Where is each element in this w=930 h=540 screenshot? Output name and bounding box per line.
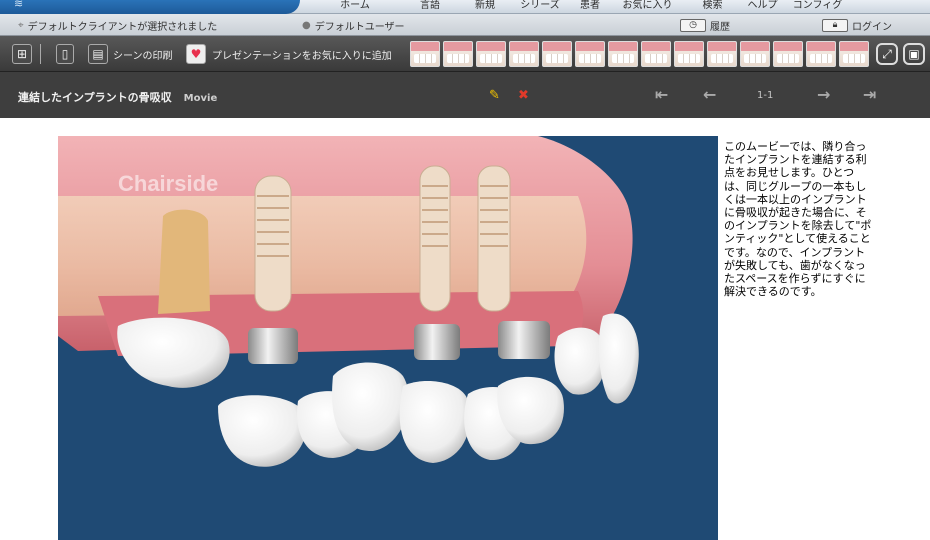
scene-thumbnail-2[interactable] [443, 41, 473, 67]
menu-search[interactable]: 検索 [685, 0, 740, 14]
toolbar-divider [40, 44, 41, 64]
toolbar: ⊞ ▯ ▤ シーンの印刷 ♥ プレゼンテーションをお気に入りに追加 ⤢ ▣ [0, 36, 930, 72]
scene-thumbnail-14[interactable] [839, 41, 869, 67]
menu-favorites[interactable]: お気に入り [610, 0, 685, 14]
next-page-icon[interactable]: → [817, 85, 830, 104]
chairside-watermark: Chairside [118, 171, 218, 196]
scene-thumbnail-6[interactable] [575, 41, 605, 67]
menu-new[interactable]: 新規 [460, 0, 510, 14]
menu-home[interactable]: ホーム [310, 0, 400, 14]
add-favorite-label[interactable]: プレゼンテーションをお気に入りに追加 [212, 47, 392, 62]
scene-thumbnail-1[interactable] [410, 41, 440, 67]
scene-kind: Movie [183, 93, 218, 104]
scene-thumbnail-7[interactable] [608, 41, 638, 67]
scene-thumbnail-3[interactable] [476, 41, 506, 67]
previous-page-icon[interactable]: ← [703, 85, 716, 104]
pencil-icon[interactable]: ✎ [489, 88, 500, 103]
scene-thumbnail-8[interactable] [641, 41, 671, 67]
login-label: ログイン [852, 22, 892, 33]
client-status[interactable]: ⌖ デフォルトクライアントが選択されました [18, 18, 217, 33]
scene-thumbnail-9[interactable] [674, 41, 704, 67]
bookmark-icon[interactable]: ▯ [56, 44, 74, 64]
top-navigation-bar: ≋ ホーム 言語 新規 シリーズ 患者 お気に入り 検索 ヘルプ コンフィグ [0, 0, 930, 14]
scene-description: このムービーでは、隣り合ったインプラントを連結する利点をお見せします。ひとつは、… [724, 140, 872, 299]
fit-screen-icon[interactable]: ⊞ [12, 44, 32, 64]
menu-series[interactable]: シリーズ [510, 0, 570, 14]
menu-help[interactable]: ヘルプ [740, 0, 785, 14]
clock-icon: ◷ [680, 19, 706, 32]
pin-icon: ⌖ [18, 20, 24, 31]
scene-title: 連結したインプラントの骨吸収 Movie [18, 89, 217, 105]
scene-thumbnail-4[interactable] [509, 41, 539, 67]
first-page-icon[interactable]: ⇤ [655, 85, 668, 104]
scene-thumbnail-10[interactable] [707, 41, 737, 67]
menu-config[interactable]: コンフィグ [785, 0, 850, 14]
movie-player[interactable]: Chairside [58, 136, 718, 540]
status-bar: ⌖ デフォルトクライアントが選択されました ● デフォルトユーザー ◷ 履歴 🔒… [0, 14, 930, 36]
client-status-text: デフォルトクライアントが選択されました [27, 22, 218, 33]
scene-title-text: 連結したインプラントの骨吸収 [18, 91, 172, 104]
close-icon[interactable]: ✖ [518, 88, 529, 103]
lock-icon: 🔒︎ [822, 19, 848, 32]
dental-implant-illustration: Chairside [58, 136, 639, 467]
main-menu: ホーム 言語 新規 シリーズ 患者 お気に入り 検索 ヘルプ コンフィグ [310, 0, 850, 14]
user-status[interactable]: ● デフォルトユーザー [302, 18, 405, 33]
bridge-teeth [218, 362, 564, 467]
last-page-icon[interactable]: ⇥ [863, 85, 876, 104]
logo-icon: ≋ [14, 0, 24, 10]
login-button[interactable]: 🔒︎ ログイン [822, 18, 892, 33]
heart-icon[interactable]: ♥ [186, 44, 206, 64]
user-name: デフォルトユーザー [314, 22, 405, 33]
scene-title-bar: 連結したインプラントの骨吸収 Movie ✎ ✖ ⇤ ← 1-1 → ⇥ [0, 72, 930, 118]
page-indicator: 1-1 [757, 90, 774, 101]
scene-thumbnail-11[interactable] [740, 41, 770, 67]
menu-patient[interactable]: 患者 [570, 0, 610, 14]
scene-thumbnail-5[interactable] [542, 41, 572, 67]
menu-language[interactable]: 言語 [400, 0, 460, 14]
app-logo: ≋ [0, 0, 300, 14]
history-label: 履歴 [710, 22, 730, 33]
fullscreen-icon[interactable]: ⤢ [876, 43, 898, 65]
print-scene-label[interactable]: シーンの印刷 [113, 47, 173, 62]
printer-icon[interactable]: ▤ [88, 44, 108, 64]
history-button[interactable]: ◷ 履歴 [680, 18, 730, 33]
user-icon: ● [302, 20, 311, 31]
scene-thumbnail-12[interactable] [773, 41, 803, 67]
camera-icon[interactable]: ▣ [903, 43, 925, 65]
scene-thumbnail-13[interactable] [806, 41, 836, 67]
